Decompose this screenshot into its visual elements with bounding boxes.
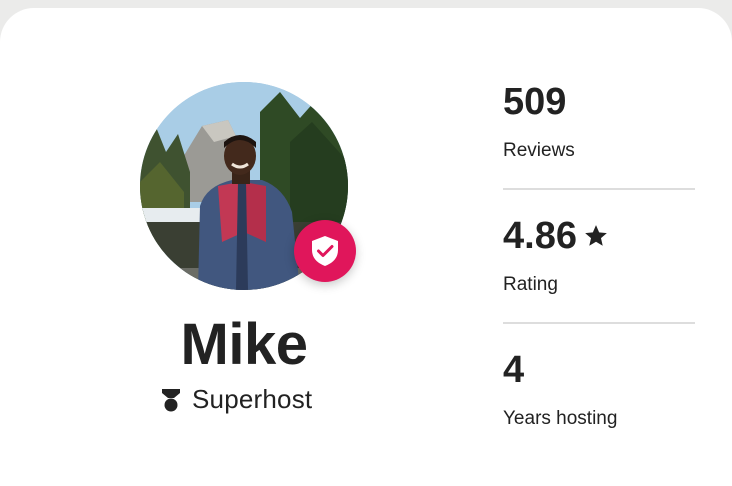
superhost-text: Superhost (192, 384, 313, 414)
years-hosting-value: 4 (503, 349, 525, 391)
stat-divider (503, 322, 695, 324)
superhost-label: Superhost (160, 384, 312, 415)
host-name: Mike (180, 312, 308, 377)
superhost-medal-icon (162, 388, 180, 411)
rating-label: Rating (503, 274, 558, 295)
rating-value: 4.86 (503, 215, 577, 257)
stat-years-hosting: 4 Years hosting (503, 346, 695, 480)
reviews-label: Reviews (503, 140, 575, 161)
host-profile-card: Mike Superhost 509 Reviews 4.86 Rating 4… (0, 8, 732, 486)
reviews-count: 509 (503, 81, 567, 123)
shield-check-icon (312, 236, 338, 266)
stat-divider (503, 188, 695, 190)
star-icon (585, 225, 607, 246)
years-hosting-label: Years hosting (503, 408, 618, 429)
host-stats: 509 Reviews 4.86 Rating 4 Years hosting (503, 78, 695, 480)
stat-reviews[interactable]: 509 Reviews (503, 78, 695, 212)
stat-rating[interactable]: 4.86 Rating (503, 212, 695, 346)
verified-badge (294, 220, 356, 282)
